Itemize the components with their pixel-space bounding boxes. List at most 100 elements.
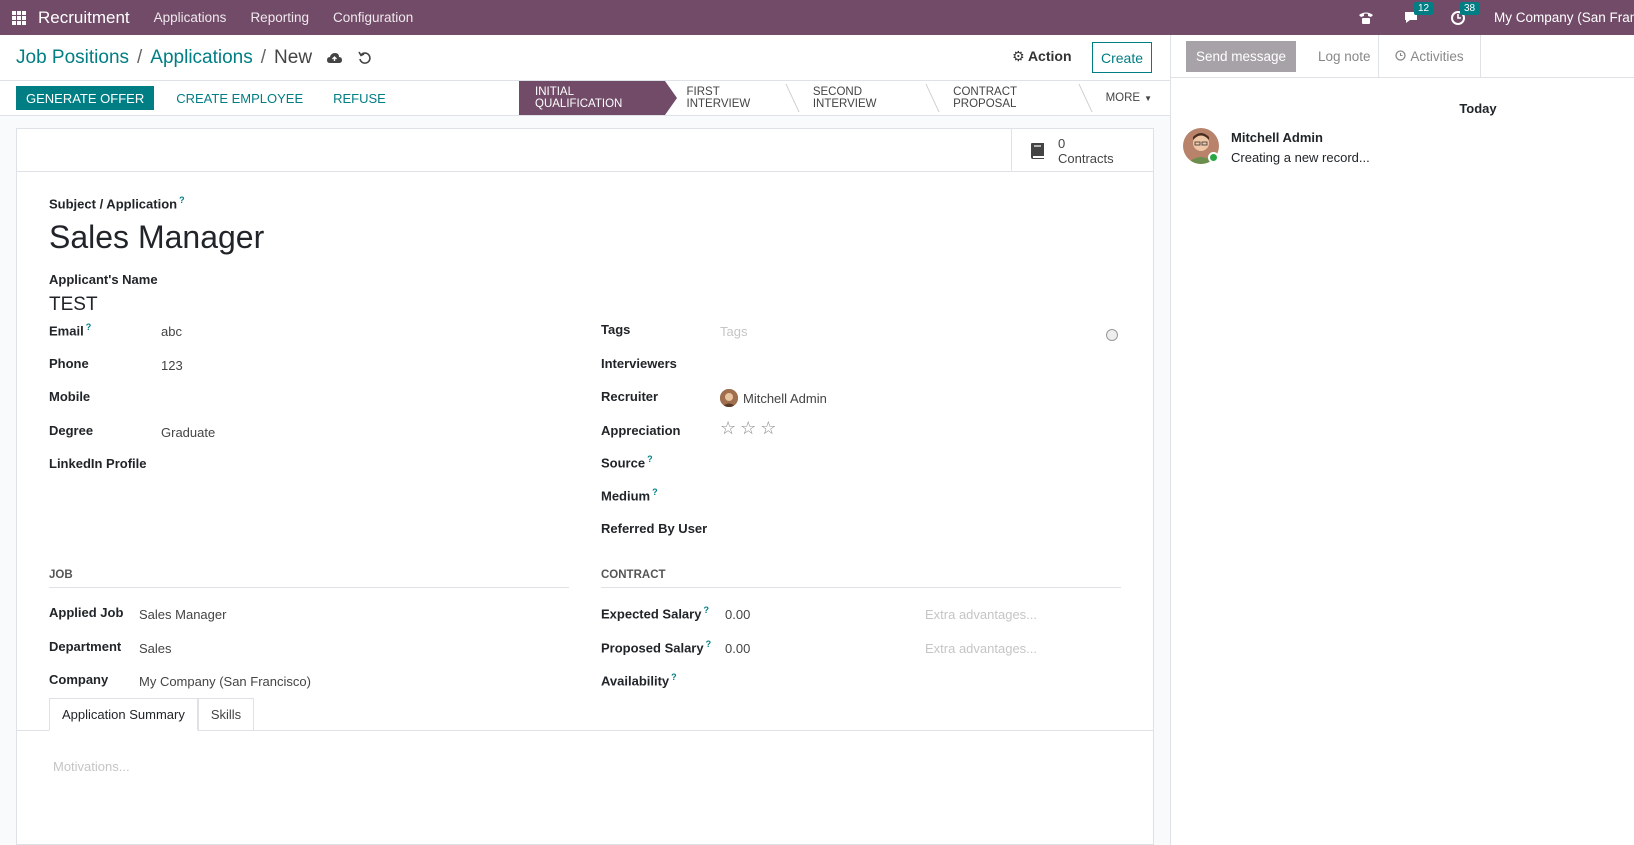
recruiter-avatar bbox=[720, 389, 738, 407]
app-title[interactable]: Recruitment bbox=[38, 8, 130, 28]
breadcrumb-separator: / bbox=[137, 46, 143, 68]
clock-icon bbox=[1395, 49, 1407, 64]
control-panel: Job Positions / Applications / New ⚙ Act… bbox=[0, 35, 1170, 80]
company-label: Company bbox=[49, 672, 109, 687]
activities-label: Activities bbox=[1410, 49, 1464, 64]
tab-application-summary[interactable]: Application Summary bbox=[49, 698, 198, 731]
apps-menu-icon[interactable] bbox=[12, 10, 26, 25]
degree-field[interactable]: Graduate bbox=[161, 425, 215, 440]
breadcrumb: Job Positions / Applications / New bbox=[16, 47, 372, 69]
company-field[interactable]: My Company (San Francisco) bbox=[139, 674, 311, 689]
status-bar: GENERATE OFFER CREATE EMPLOYEE REFUSE IN… bbox=[0, 80, 1170, 116]
proposed-salary-label: Proposed Salary? bbox=[601, 639, 712, 656]
tags-input[interactable]: Tags bbox=[720, 324, 747, 339]
linkedin-field[interactable] bbox=[161, 456, 541, 472]
breadcrumb-separator: / bbox=[260, 46, 267, 68]
star-icon[interactable]: ☆ bbox=[720, 418, 736, 439]
source-label: Source? bbox=[601, 454, 653, 471]
nav-reporting[interactable]: Reporting bbox=[250, 10, 309, 25]
star-icon[interactable]: ☆ bbox=[740, 418, 756, 439]
breadcrumb-applications[interactable]: Applications bbox=[150, 47, 252, 69]
proposed-salary-field[interactable]: 0.00 bbox=[725, 641, 750, 656]
applicant-name-input[interactable]: TEST bbox=[49, 294, 98, 316]
interviewers-label: Interviewers bbox=[601, 356, 677, 371]
degree-label: Degree bbox=[49, 423, 94, 438]
recruiter-label: Recruiter bbox=[601, 389, 659, 404]
mobile-field[interactable] bbox=[161, 389, 541, 405]
caret-down-icon: ▼ bbox=[1144, 93, 1153, 103]
applied-job-field[interactable]: Sales Manager bbox=[139, 607, 226, 622]
nav-configuration[interactable]: Configuration bbox=[333, 10, 413, 25]
book-icon bbox=[1031, 142, 1044, 159]
stage-contract-proposal[interactable]: CONTRACT PROPOSAL bbox=[931, 81, 1083, 115]
applicant-name-label: Applicant's Name bbox=[49, 272, 158, 287]
chatter-panel: Send message Log note Activities Today M… bbox=[1170, 35, 1634, 845]
breadcrumb-current: New bbox=[274, 46, 313, 68]
generate-offer-button[interactable]: GENERATE OFFER bbox=[16, 86, 155, 110]
stage-pipeline: INITIAL QUALIFICATION FIRST INTERVIEW SE… bbox=[519, 81, 1170, 115]
email-field[interactable]: abc bbox=[161, 324, 182, 339]
activities-badge: 38 bbox=[1460, 1, 1480, 15]
phone-icon[interactable] bbox=[1356, 8, 1376, 28]
star-icon[interactable]: ☆ bbox=[760, 418, 776, 439]
availability-label: Availability? bbox=[601, 672, 677, 689]
message-body: Creating a new record... bbox=[1231, 150, 1370, 165]
chatter-topbar: Send message Log note Activities bbox=[1171, 35, 1634, 78]
phone-field[interactable]: 123 bbox=[161, 358, 183, 373]
tab-skills[interactable]: Skills bbox=[197, 698, 255, 731]
motivations-input[interactable]: Motivations... bbox=[53, 759, 130, 774]
company-switcher[interactable]: My Company (San Francisco) bbox=[1494, 10, 1634, 25]
job-section-title: JOB bbox=[49, 569, 73, 581]
send-message-button[interactable]: Send message bbox=[1186, 41, 1297, 72]
save-cloud-icon[interactable] bbox=[326, 50, 342, 66]
gear-icon: ⚙ bbox=[1012, 48, 1025, 64]
refuse-button[interactable]: REFUSE bbox=[325, 91, 394, 106]
department-field[interactable]: Sales bbox=[139, 641, 172, 656]
log-note-button[interactable]: Log note bbox=[1308, 41, 1381, 72]
linkedin-label: LinkedIn Profile bbox=[49, 456, 147, 471]
subject-input[interactable]: Sales Manager bbox=[49, 219, 264, 256]
expected-salary-field[interactable]: 0.00 bbox=[725, 607, 750, 622]
online-status-indicator bbox=[1208, 152, 1219, 163]
date-separator: Today bbox=[1459, 101, 1497, 116]
form-sheet: 0 Contracts Subject / Application? Sales… bbox=[16, 128, 1154, 845]
stage-initial-qualification[interactable]: INITIAL QUALIFICATION bbox=[519, 81, 677, 115]
message-author[interactable]: Mitchell Admin bbox=[1231, 130, 1323, 145]
contract-section-divider bbox=[601, 587, 1121, 588]
stage-more-dropdown[interactable]: MORE ▼ bbox=[1084, 81, 1170, 115]
mobile-label: Mobile bbox=[49, 389, 91, 404]
contracts-count: 0 bbox=[1058, 135, 1066, 151]
email-label: Email? bbox=[49, 322, 92, 339]
activities-button[interactable]: Activities bbox=[1378, 35, 1481, 78]
medium-label: Medium? bbox=[601, 487, 658, 504]
phone-label: Phone bbox=[49, 356, 89, 371]
messages-icon[interactable]: 12 bbox=[1402, 1, 1434, 28]
top-navbar: Recruitment Applications Reporting Confi… bbox=[0, 0, 1634, 35]
tags-label: Tags bbox=[601, 322, 631, 337]
notebook-tabs: Application Summary Skills bbox=[49, 698, 255, 731]
smart-button-box: 0 Contracts bbox=[17, 129, 1153, 172]
interviewers-input[interactable] bbox=[720, 356, 1100, 372]
job-section-divider bbox=[49, 587, 569, 588]
stage-first-interview[interactable]: FIRST INTERVIEW bbox=[665, 81, 791, 115]
contracts-smart-button[interactable]: 0 Contracts bbox=[1011, 129, 1153, 172]
proposed-extra-advantages-input[interactable]: Extra advantages... bbox=[925, 641, 1037, 656]
create-button[interactable]: Create bbox=[1092, 42, 1152, 73]
more-label: MORE bbox=[1105, 92, 1141, 104]
appreciation-label: Appreciation bbox=[601, 423, 681, 438]
applied-job-label: Applied Job bbox=[49, 605, 124, 620]
action-menu-button[interactable]: ⚙ Action bbox=[1012, 48, 1072, 65]
create-employee-button[interactable]: CREATE EMPLOYEE bbox=[168, 91, 311, 106]
nav-applications[interactable]: Applications bbox=[154, 10, 227, 25]
main-content: Job Positions / Applications / New ⚙ Act… bbox=[0, 35, 1170, 845]
subject-label: Subject / Application? bbox=[49, 195, 185, 212]
recruiter-field[interactable]: Mitchell Admin bbox=[743, 391, 827, 406]
department-label: Department bbox=[49, 639, 122, 654]
stage-second-interview[interactable]: SECOND INTERVIEW bbox=[791, 81, 931, 115]
breadcrumb-job-positions[interactable]: Job Positions bbox=[16, 47, 129, 69]
messages-badge: 12 bbox=[1414, 1, 1434, 15]
priority-kanban-state[interactable] bbox=[1106, 329, 1118, 341]
clock-icon[interactable]: 38 bbox=[1448, 1, 1480, 28]
discard-undo-icon[interactable] bbox=[356, 50, 372, 66]
expected-extra-advantages-input[interactable]: Extra advantages... bbox=[925, 607, 1037, 622]
